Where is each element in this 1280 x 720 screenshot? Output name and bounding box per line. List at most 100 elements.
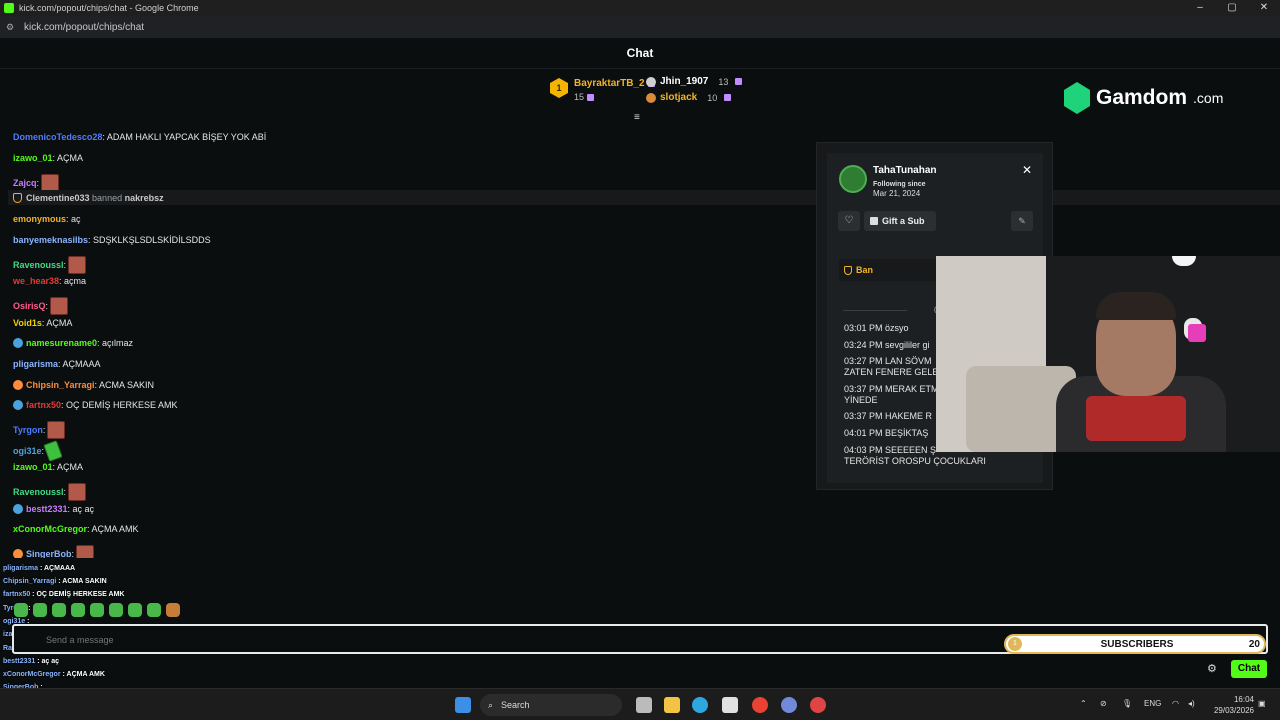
chat-username[interactable]: bestt2331 — [26, 504, 68, 514]
emote-icon[interactable] — [147, 603, 161, 617]
language-indicator[interactable]: ENG — [1144, 699, 1161, 708]
overlay-text: : AÇMAAA — [38, 565, 76, 572]
chat-message[interactable]: we_hear38: açma — [13, 276, 86, 286]
chat-message[interactable]: SingerBob: — [13, 545, 95, 558]
volume-icon[interactable]: ◂) — [1188, 699, 1195, 708]
window-controls: – ▢ ✕ — [1184, 0, 1280, 16]
chat-text: : AÇMAAA — [58, 359, 101, 369]
chat-username[interactable]: izawo_01 — [13, 462, 53, 472]
emote-icon[interactable] — [90, 603, 104, 617]
chat-message[interactable]: pligarisma: AÇMAAA — [13, 359, 101, 369]
message-input[interactable] — [46, 632, 746, 648]
emote-icon[interactable] — [128, 603, 142, 617]
chat-username[interactable]: OsirisQ — [13, 301, 46, 311]
collapse-leaderboard-icon[interactable]: ≡ — [634, 112, 640, 123]
chat-username[interactable]: Zajcq — [13, 178, 37, 188]
emote-icon[interactable] — [52, 603, 66, 617]
chat-text: : — [63, 260, 67, 270]
network-off-icon[interactable]: ⊘ — [1100, 699, 1107, 708]
wifi-icon[interactable]: ◠ — [1172, 699, 1179, 708]
user-card-username[interactable]: TahaTunahan — [873, 165, 937, 176]
chat-username[interactable]: Tyrgon — [13, 425, 43, 435]
chat-username[interactable]: Ravenoussl — [13, 260, 64, 270]
chat-message[interactable]: izawo_01: AÇMA — [13, 153, 83, 163]
microphone-icon[interactable]: 🎙 — [1122, 699, 1132, 708]
chat-username[interactable]: pligarisma — [13, 359, 58, 369]
site-settings-icon[interactable]: ⚙ — [6, 22, 16, 33]
chat-username[interactable]: DomenicoTedesco28 — [13, 132, 102, 142]
chat-message[interactable]: fartnx50: OÇ DEMİŞ HERKESE AMK — [13, 400, 178, 410]
chat-message[interactable]: emonymous: aç — [13, 214, 81, 224]
chat-username[interactable]: xConorMcGregor — [13, 524, 87, 534]
gift-icon — [735, 78, 743, 85]
overlay-chat-line: xConorMcGregor : AÇMA AMK — [3, 671, 105, 678]
chat-text: : aç aç — [67, 504, 95, 514]
chrome-icon[interactable] — [752, 697, 768, 713]
emote-icon[interactable] — [71, 603, 85, 617]
file-explorer-icon[interactable] — [664, 697, 680, 713]
heart-icon[interactable]: ♡ — [838, 211, 860, 231]
gift-icon — [587, 94, 595, 102]
user-badge-icon — [13, 380, 23, 390]
emote-icon[interactable] — [166, 603, 180, 617]
chat-message[interactable]: Ravenoussl: — [13, 256, 87, 274]
chat-text: : — [63, 487, 67, 497]
discord-icon[interactable] — [781, 697, 797, 713]
edge-icon[interactable] — [692, 697, 708, 713]
chat-message[interactable]: ogi31e: — [13, 440, 63, 462]
overlay-username: bestt2331 — [3, 658, 36, 665]
chat-username[interactable]: izawo_01 — [13, 153, 53, 163]
chat-username[interactable]: Chipsin_Yarragi — [26, 380, 95, 390]
chat-message[interactable]: Chipsin_Yarragi: ACMA SAKIN — [13, 380, 154, 390]
chat-message[interactable]: izawo_01: AÇMA — [13, 462, 83, 472]
tray-chevron-icon[interactable]: ⌃ — [1080, 699, 1087, 708]
close-window-button[interactable]: ✕ — [1248, 0, 1280, 16]
gift-a-sub-button[interactable]: Gift a Sub — [864, 211, 936, 231]
chat-message[interactable]: namesurename0: açılmaz — [13, 338, 133, 348]
chat-username[interactable]: emonymous — [13, 214, 66, 224]
maximize-button[interactable]: ▢ — [1216, 0, 1248, 16]
app-icon[interactable] — [810, 697, 826, 713]
chat-username[interactable]: Void1s — [13, 318, 42, 328]
chat-message[interactable]: Ravenoussl: — [13, 483, 87, 501]
avatar[interactable] — [839, 165, 867, 193]
minimize-button[interactable]: – — [1184, 0, 1216, 16]
chat-message[interactable]: banyemeknasilbs: SDŞKLKŞLSDLSKİDİLSDDS — [13, 235, 211, 245]
windows-start-icon[interactable] — [455, 697, 471, 713]
overlay-chat-line: pligarisma : AÇMAAA — [3, 565, 75, 572]
close-icon[interactable]: ✕ — [1022, 163, 1032, 177]
url-text[interactable]: kick.com/popout/chips/chat — [24, 22, 144, 33]
notification-icon[interactable]: ▣ — [1258, 699, 1266, 708]
chat-message[interactable]: bestt2331: aç aç — [13, 504, 94, 514]
address-bar[interactable]: ⚙ kick.com/popout/chips/chat — [0, 16, 1280, 38]
overlay-username: pligarisma — [3, 565, 39, 572]
leaderboard-second[interactable]: Jhin_1907 13 — [646, 76, 743, 87]
chat-message[interactable]: Void1s: AÇMA — [13, 318, 72, 328]
taskbar-clock[interactable]: 16:04 29/03/2026 — [1210, 694, 1254, 716]
taskbar-search[interactable]: ⌕ Search — [480, 694, 622, 716]
leaderboard-first[interactable]: 1 — [550, 78, 568, 98]
chat-username[interactable]: we_hear38 — [13, 276, 59, 286]
chat-settings-gear-icon[interactable]: ⚙ — [1207, 662, 1217, 675]
chat-username[interactable]: ogi31e — [13, 446, 42, 456]
emote-icon[interactable] — [33, 603, 47, 617]
chat-username[interactable]: SingerBob — [26, 549, 72, 558]
store-icon[interactable] — [722, 697, 738, 713]
chat-username[interactable]: Ravenoussl — [13, 487, 64, 497]
leaderboard-first-name[interactable]: BayraktarTB_2 — [574, 78, 655, 89]
task-view-icon[interactable] — [636, 697, 652, 713]
chat-message[interactable]: DomenicoTedesco28: ADAM HAKLI YAPCAK BİŞ… — [13, 132, 266, 142]
chat-username[interactable]: fartnx50 — [26, 400, 61, 410]
emote-icon[interactable] — [14, 603, 28, 617]
overlay-text: : aç aç — [35, 658, 60, 665]
leaderboard-third[interactable]: slotjack 10 — [646, 92, 732, 103]
chat-username[interactable]: namesurename0 — [26, 338, 97, 348]
overlay-text: : ACMA SAKIN — [56, 578, 107, 585]
emote-icon[interactable] — [109, 603, 123, 617]
chat-message[interactable]: Tyrgon: — [13, 421, 66, 439]
chat-message[interactable]: xConorMcGregor: AÇMA AMK — [13, 524, 139, 534]
mute-icon[interactable]: ✎ — [1011, 211, 1033, 231]
chat-username[interactable]: banyemeknasilbs — [13, 235, 88, 245]
send-chat-button[interactable]: Chat — [1231, 660, 1267, 678]
chat-message[interactable]: OsirisQ: — [13, 297, 69, 315]
